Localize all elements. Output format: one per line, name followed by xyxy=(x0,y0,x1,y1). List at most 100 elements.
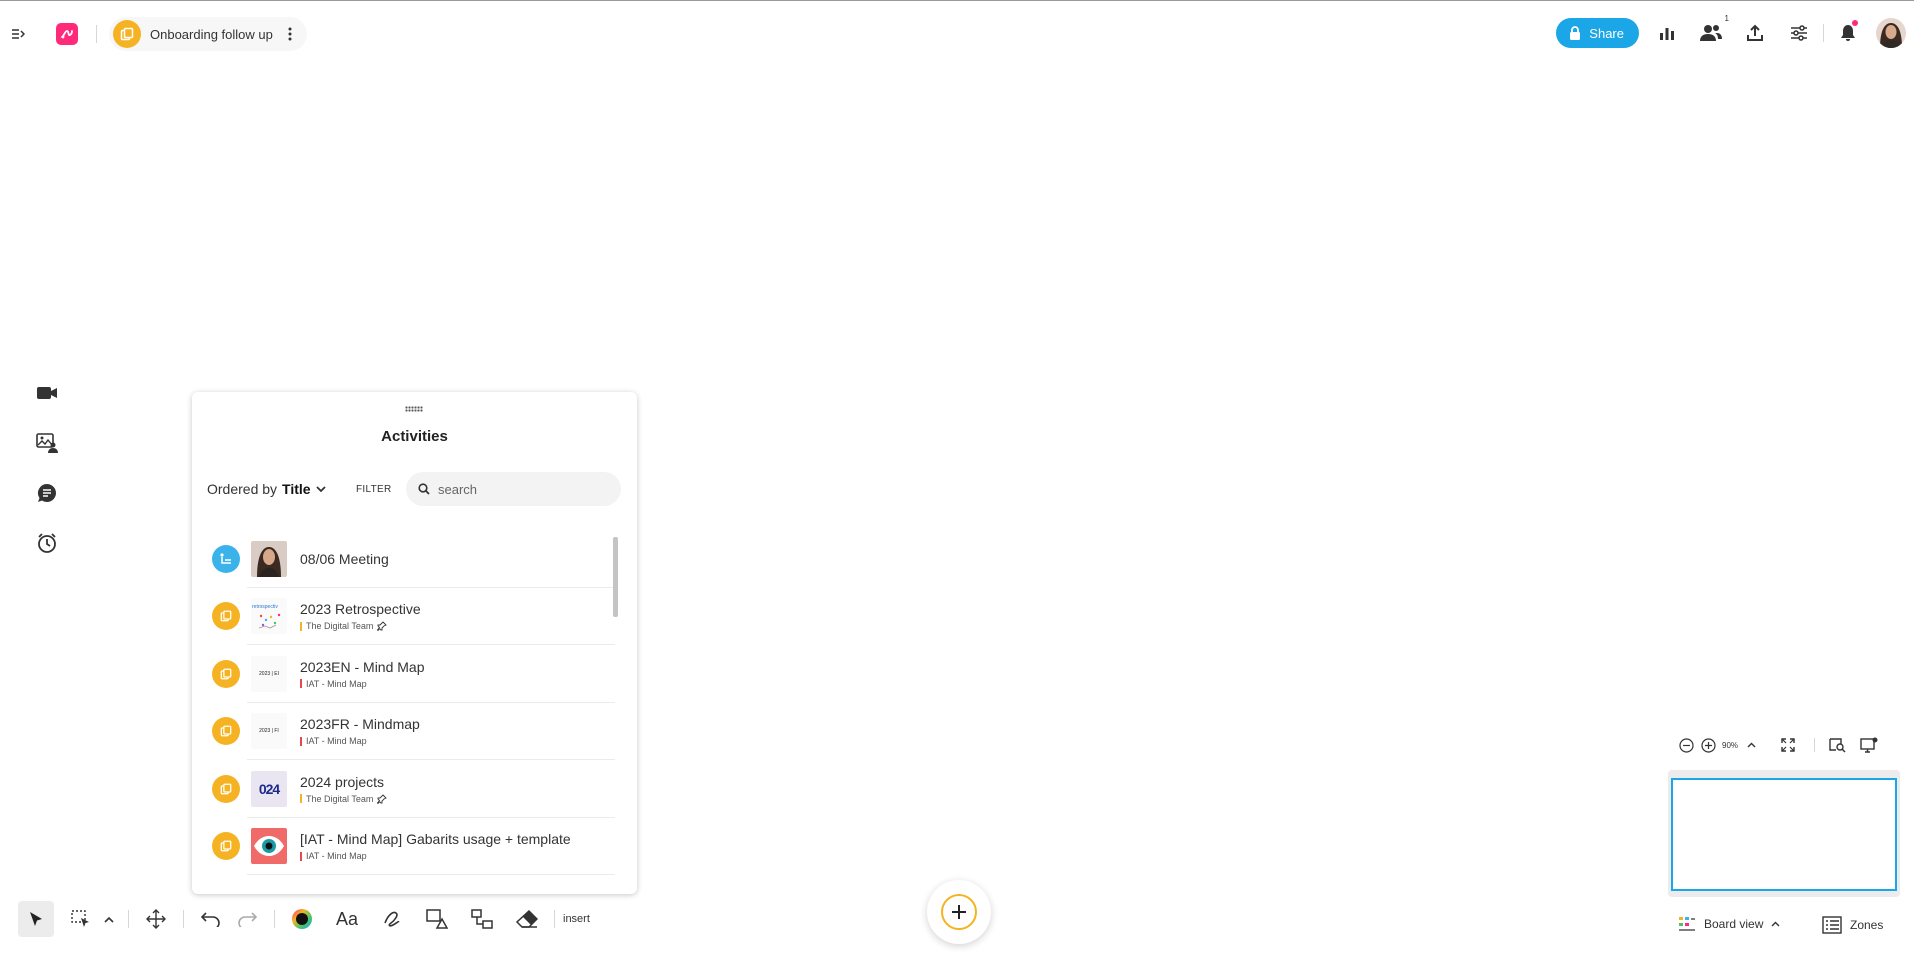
settings-sliders-icon[interactable] xyxy=(1777,16,1821,50)
minimap-viewport[interactable] xyxy=(1671,778,1897,891)
color-picker-icon[interactable] xyxy=(284,901,320,937)
activity-subtitle: The Digital Team xyxy=(300,621,421,632)
activity-subtitle: IAT - Mind Map xyxy=(300,736,420,746)
eraser-icon[interactable] xyxy=(509,901,545,937)
menu-expand-icon[interactable] xyxy=(8,17,28,51)
top-left-bar: Onboarding follow up xyxy=(8,17,307,51)
undo-icon[interactable] xyxy=(193,901,229,937)
activities-panel: Activities Ordered by Title FILTER 08/06… xyxy=(192,392,637,894)
activity-subtitle: The Digital Team xyxy=(300,794,388,804)
thumbnail-text: 2023 | FI xyxy=(259,728,279,735)
more-vertical-icon[interactable] xyxy=(283,24,297,44)
pen-draw-icon[interactable] xyxy=(374,901,410,937)
divider xyxy=(183,910,184,928)
connector-icon[interactable] xyxy=(464,901,500,937)
notification-bell-icon[interactable] xyxy=(1826,16,1870,50)
left-rail xyxy=(30,376,64,576)
minimap[interactable] xyxy=(1668,770,1900,897)
chevron-up-icon[interactable] xyxy=(1744,738,1758,752)
zones-button[interactable]: Zones xyxy=(1822,916,1883,934)
board-icon xyxy=(212,774,240,803)
order-by-dropdown[interactable]: Ordered by Title xyxy=(207,481,326,497)
text-tool-icon[interactable]: Aa xyxy=(329,901,365,937)
activity-item[interactable]: retrospectiv 2023 Retrospective The Digi… xyxy=(207,588,615,646)
board-icon xyxy=(212,602,240,631)
zones-label: Zones xyxy=(1850,918,1884,932)
shapes-icon[interactable] xyxy=(419,901,455,937)
activity-title: 2024 projects xyxy=(300,773,385,790)
video-icon[interactable] xyxy=(30,376,64,410)
zoom-level[interactable]: 90% xyxy=(1722,741,1738,750)
bottom-toolbar: Aa insert xyxy=(18,901,590,937)
board-view-selector[interactable]: Board view xyxy=(1678,916,1780,932)
activity-list: 08/06 Meeting retrospectiv 2023 Retrospe… xyxy=(207,530,615,878)
activity-thumbnail: retrospectiv xyxy=(251,598,287,635)
board-title: Onboarding follow up xyxy=(150,26,273,42)
board-icon xyxy=(113,20,141,48)
image-people-icon[interactable] xyxy=(30,426,64,460)
tag-color-bar xyxy=(300,736,302,746)
list-scrollbar[interactable] xyxy=(612,530,618,878)
area-select-icon[interactable] xyxy=(63,901,99,937)
activity-item[interactable]: [IAT - Mind Map] Gabarits usage + templa… xyxy=(207,818,615,876)
insert-button[interactable]: insert xyxy=(563,913,590,925)
activity-team: The Digital Team xyxy=(306,621,374,632)
board-title-pill[interactable]: Onboarding follow up xyxy=(109,17,307,51)
list-icon xyxy=(212,544,240,573)
activity-title: [IAT - Mind Map] Gabarits usage + templa… xyxy=(300,831,571,848)
activity-item[interactable]: 08/06 Meeting xyxy=(207,530,615,588)
activity-subtitle: IAT - Mind Map xyxy=(300,679,425,689)
app-logo-icon[interactable] xyxy=(56,23,78,45)
zoom-in-icon[interactable] xyxy=(1700,737,1716,753)
present-screen-icon[interactable] xyxy=(1859,737,1879,753)
chevron-up-icon[interactable] xyxy=(99,901,119,937)
pan-move-icon[interactable] xyxy=(138,901,174,937)
share-button[interactable]: Share xyxy=(1556,18,1639,48)
thumbnail-text: 024 xyxy=(258,780,280,797)
plus-icon xyxy=(941,894,977,930)
find-on-board-icon[interactable] xyxy=(1827,737,1847,753)
activity-title: 2023 Retrospective xyxy=(300,601,421,618)
export-icon[interactable] xyxy=(1733,16,1777,50)
search-box[interactable] xyxy=(406,472,621,506)
divider xyxy=(96,25,97,43)
activity-title: 2023FR - Mindmap xyxy=(300,716,420,733)
drag-handle-icon[interactable] xyxy=(405,406,423,412)
activity-item[interactable]: 2023 | EI 2023EN - Mind Map IAT - Mind M… xyxy=(207,645,615,703)
eye-thumbnail-icon xyxy=(251,828,287,865)
divider xyxy=(1823,24,1824,42)
fit-screen-icon[interactable] xyxy=(1778,737,1798,753)
search-icon xyxy=(418,483,430,495)
panel-title: Activities xyxy=(381,428,448,445)
pin-icon xyxy=(377,621,388,632)
tag-color-bar xyxy=(300,851,302,861)
select-pointer-icon[interactable] xyxy=(18,901,54,937)
activity-item[interactable]: 024 2024 projects The Digital Team xyxy=(207,760,615,818)
svg-text:retrospectiv: retrospectiv xyxy=(252,604,278,610)
divider xyxy=(554,910,555,928)
timer-icon[interactable] xyxy=(30,526,64,560)
activity-subtitle: IAT - Mind Map xyxy=(300,851,571,861)
order-by-prefix: Ordered by xyxy=(207,481,278,497)
stats-icon[interactable] xyxy=(1645,16,1689,50)
chat-icon[interactable] xyxy=(30,476,64,510)
redo-icon[interactable] xyxy=(229,901,265,937)
board-view-icon xyxy=(1679,917,1695,931)
activity-item[interactable]: 2023 | FI 2023FR - Mindmap IAT - Mind Ma… xyxy=(207,703,615,761)
user-avatar[interactable] xyxy=(1876,18,1906,48)
zones-icon xyxy=(1822,916,1842,934)
activity-thumbnail: 2023 | FI xyxy=(251,713,287,750)
scrollbar-thumb[interactable] xyxy=(613,537,618,617)
lock-icon xyxy=(1570,26,1581,40)
tag-color-bar xyxy=(300,794,302,804)
zoom-out-icon[interactable] xyxy=(1678,737,1694,753)
top-right-bar: Share 1 xyxy=(1556,14,1906,50)
divider xyxy=(128,910,129,928)
participants-icon[interactable]: 1 xyxy=(1689,14,1733,50)
search-input[interactable] xyxy=(438,481,598,497)
add-button[interactable] xyxy=(927,880,991,944)
zoom-controls: 90% xyxy=(1678,736,1879,754)
divider xyxy=(1814,738,1816,752)
board-icon xyxy=(212,717,240,746)
filter-button[interactable]: FILTER xyxy=(356,484,392,495)
